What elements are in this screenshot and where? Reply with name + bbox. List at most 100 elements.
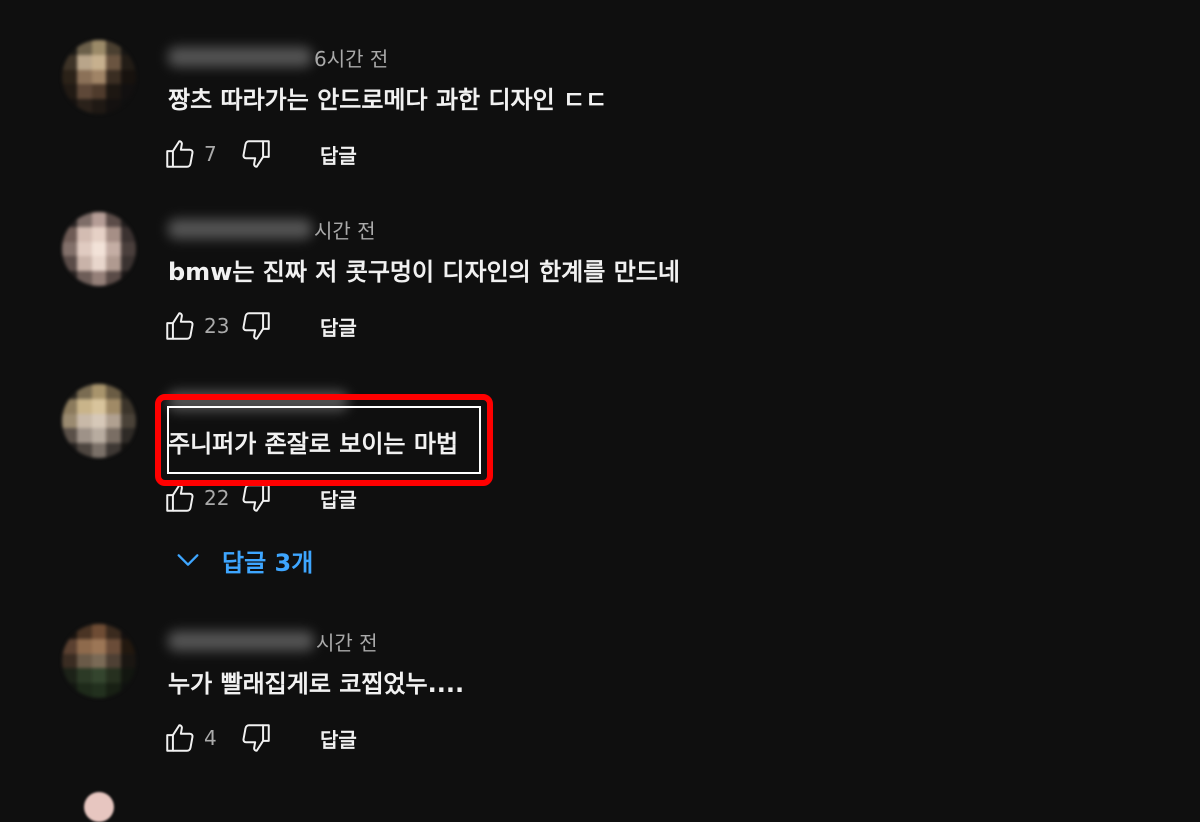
avatar-pixel (76, 428, 92, 444)
comment-time[interactable]: 6시간 전 (314, 43, 388, 72)
avatar-pixel (76, 99, 92, 114)
reply-button[interactable]: 답글 (320, 140, 357, 169)
author-name-blurred[interactable] (168, 47, 312, 67)
avatar-pixel (106, 84, 122, 100)
avatar-pixel (91, 212, 107, 227)
view-replies-label: 답글 3개 (222, 548, 314, 577)
avatar-pixel (91, 683, 107, 698)
avatar-pixel (106, 668, 122, 684)
avatar-pixel (76, 212, 92, 227)
avatar[interactable] (62, 624, 136, 698)
avatar-pixel (121, 241, 136, 257)
dislike-icon (242, 724, 270, 752)
avatar-pixel (62, 398, 77, 414)
avatar-pixel (121, 653, 136, 669)
avatar-pixel (91, 69, 107, 85)
avatar-pixel (106, 271, 122, 286)
dislike-button[interactable] (236, 134, 276, 174)
avatar-pixel (91, 638, 107, 654)
avatar-pixel (62, 683, 77, 698)
reply-button[interactable]: 답글 (320, 484, 357, 513)
avatar-pixel (91, 668, 107, 684)
avatar-pixel (62, 241, 77, 257)
avatar-pixel (76, 54, 92, 70)
avatar-pixel (106, 40, 122, 55)
avatar-pixel (76, 271, 92, 286)
avatar-pixel (91, 99, 107, 114)
reply-button[interactable]: 답글 (320, 724, 357, 753)
comment-meta: 시간 전 (168, 214, 376, 244)
avatar-pixel (76, 241, 92, 257)
dislike-icon (242, 484, 270, 512)
avatar-pixel (106, 99, 122, 114)
avatar-pixel (106, 398, 122, 414)
avatar-pixel (121, 443, 136, 458)
comment-text: 누가 빨래집게로 코찝었누.... (168, 670, 465, 698)
avatar-pixel (91, 443, 107, 458)
avatar-pixel (62, 668, 77, 684)
avatar-pixel (121, 398, 136, 414)
avatar-pixel (106, 241, 122, 257)
dislike-button[interactable] (236, 306, 276, 346)
avatar-pixel (62, 413, 77, 429)
avatar-pixel (121, 226, 136, 242)
reply-button[interactable]: 답글 (320, 312, 357, 341)
avatar-pixel (76, 84, 92, 100)
avatar-pixel (76, 226, 92, 242)
avatar-pixel (91, 413, 107, 429)
dislike-icon (242, 312, 270, 340)
dislike-icon (242, 140, 270, 168)
avatar-pixel (62, 84, 77, 100)
comment-time[interactable]: 시간 전 (316, 627, 378, 656)
avatar[interactable] (62, 212, 136, 286)
avatar-pixel (121, 384, 136, 399)
avatar[interactable] (84, 792, 114, 822)
avatar-pixel (91, 54, 107, 70)
dislike-button[interactable] (236, 718, 276, 758)
avatar-pixel (121, 428, 136, 444)
avatar-pixel (106, 54, 122, 70)
like-icon (166, 140, 194, 168)
view-replies-button[interactable]: 답글 3개 (174, 540, 313, 580)
like-button[interactable] (160, 718, 200, 758)
comment-time[interactable]: 시간 전 (314, 215, 376, 244)
avatar-pixel (76, 653, 92, 669)
avatar-pixel (62, 443, 77, 458)
avatar-pixel (121, 69, 136, 85)
like-icon (166, 312, 194, 340)
avatar-pixel (106, 443, 122, 458)
avatar-pixel (76, 683, 92, 698)
avatar-pixel (62, 653, 77, 669)
avatar-pixel (62, 54, 77, 70)
author-name-blurred[interactable] (168, 219, 312, 239)
avatar-pixel (121, 212, 136, 227)
chevron-down-icon (177, 554, 199, 566)
like-count: 22 (204, 486, 230, 510)
avatar[interactable] (62, 40, 136, 114)
avatar-pixel (76, 668, 92, 684)
avatar-pixel (76, 398, 92, 414)
avatar-pixel (62, 624, 77, 639)
avatar-pixel (62, 99, 77, 114)
avatar-pixel (121, 638, 136, 654)
avatar-pixel (76, 384, 92, 399)
comment-meta: 6시간 전 (168, 42, 388, 72)
avatar-pixel (76, 256, 92, 272)
like-count: 7 (204, 142, 217, 166)
avatar-pixel (121, 84, 136, 100)
avatar-pixel (91, 624, 107, 639)
like-button[interactable] (160, 306, 200, 346)
avatar-pixel (91, 226, 107, 242)
avatar-pixel (121, 624, 136, 639)
avatar-pixel (121, 668, 136, 684)
avatar-pixel (91, 384, 107, 399)
avatar[interactable] (62, 384, 136, 458)
comment-text: 짱츠 따라가는 안드로메다 과한 디자인 ㄷㄷ (168, 86, 608, 114)
avatar-pixel (76, 69, 92, 85)
avatar-pixel (76, 443, 92, 458)
like-button[interactable] (160, 134, 200, 174)
avatar-pixel (62, 271, 77, 286)
avatar-pixel (121, 271, 136, 286)
avatar-pixel (91, 84, 107, 100)
author-name-blurred[interactable] (168, 631, 314, 651)
